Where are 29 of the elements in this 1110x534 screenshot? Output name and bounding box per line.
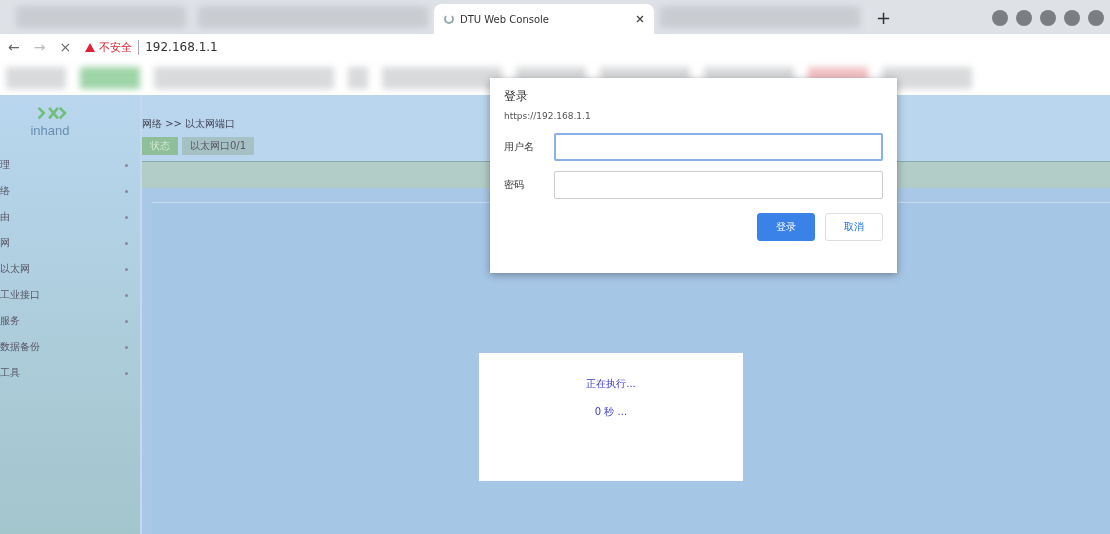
field-label: 用户名: [504, 140, 535, 154]
menu-item[interactable]: 由: [0, 204, 140, 230]
new-tab-button[interactable]: +: [876, 8, 892, 28]
menu-item[interactable]: 络: [0, 178, 140, 204]
menu-item[interactable]: 网: [0, 230, 140, 256]
security-warning[interactable]: 不安全: [99, 39, 140, 55]
menu-item[interactable]: 以太网: [0, 256, 140, 282]
sub-tab[interactable]: 以太网口0/1: [182, 137, 255, 155]
warning-icon: [85, 42, 96, 52]
menu-item[interactable]: 服务: [0, 308, 140, 334]
menu-item[interactable]: 数据备份: [0, 334, 140, 360]
dialog-origin: https://192.168.1.1: [504, 111, 591, 121]
breadcrumb: 网络 >> 以太网端口: [142, 117, 237, 131]
input-field[interactable]: [554, 171, 883, 199]
menu-item[interactable]: 理: [0, 152, 140, 178]
field-label: 密码: [504, 178, 525, 192]
dialog-title: 登录: [504, 88, 528, 105]
menu-item[interactable]: 工具: [0, 360, 140, 386]
progress-status: 正在执行...: [586, 377, 636, 391]
address-bar[interactable]: 192.168.1.1: [145, 40, 218, 54]
back-button[interactable]: ←: [8, 39, 20, 55]
stop-button[interactable]: ×: [59, 39, 72, 55]
input-field[interactable]: [554, 133, 883, 161]
elapsed-time: 0 秒 ...: [594, 405, 628, 419]
cancel-button[interactable]: 取消: [825, 213, 883, 241]
logo-text: inhand: [30, 123, 70, 138]
login-button[interactable]: 登录: [757, 213, 815, 241]
menu-item[interactable]: 工业接口: [0, 282, 140, 308]
browser-tab[interactable]: DTU Web Console: [434, 4, 654, 34]
